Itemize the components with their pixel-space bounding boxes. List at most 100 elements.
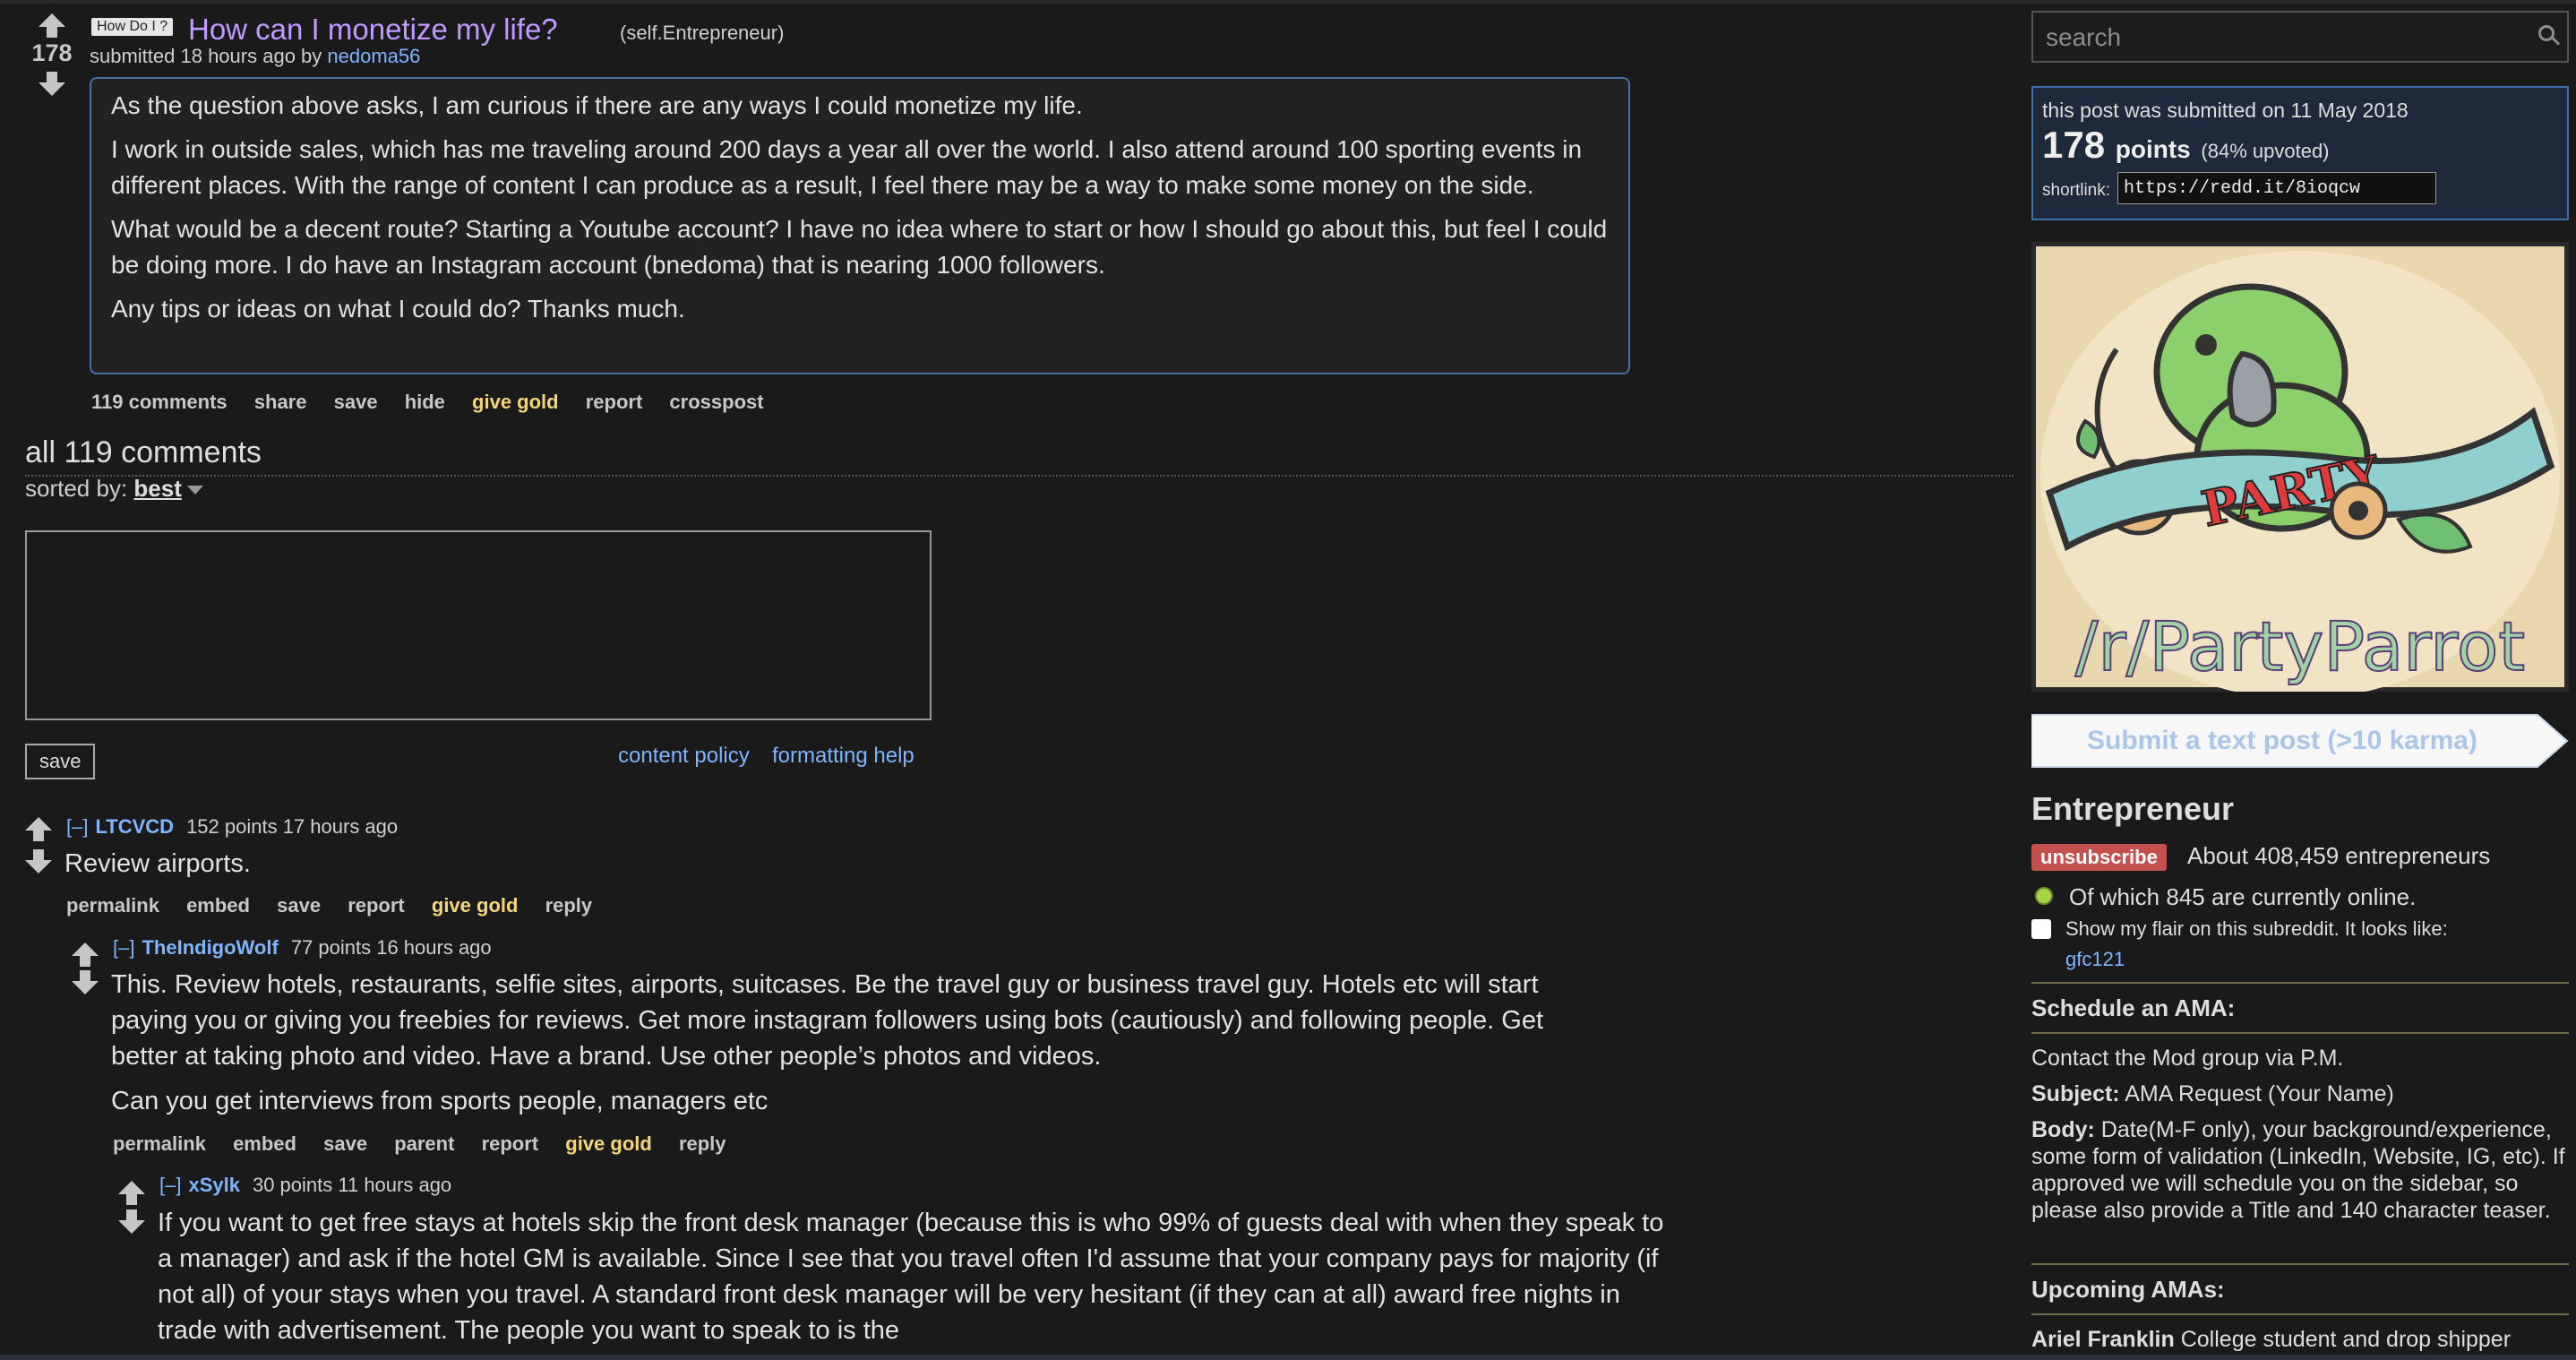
chevron-down-icon[interactable] bbox=[186, 486, 203, 495]
points-word: points bbox=[2115, 135, 2191, 163]
unsubscribe-button[interactable]: unsubscribe bbox=[2031, 844, 2167, 871]
permalink-button[interactable]: permalink bbox=[66, 894, 159, 917]
comment-meta: 77 points 16 hours ago bbox=[290, 936, 492, 959]
comment-upvote-icon[interactable] bbox=[25, 817, 52, 841]
comment-paragraph: Can you get interviews from sports peopl… bbox=[111, 1087, 769, 1115]
sort-label: sorted by: bbox=[25, 475, 128, 502]
post-tagline: submitted 18 hours ago by nedoma56 bbox=[90, 45, 420, 68]
sidebar-divider bbox=[2031, 982, 2569, 984]
comment-meta: 30 points 11 hours ago bbox=[252, 1174, 452, 1196]
upcoming-ama-item: Ariel Franklin College student and drop … bbox=[2031, 1326, 2569, 1353]
online-count: Of which 845 are currently online. bbox=[2069, 883, 2417, 910]
comment-meta: 152 points 17 hours ago bbox=[186, 815, 399, 838]
comment-downvote-icon[interactable] bbox=[72, 970, 99, 994]
reply-button[interactable]: reply bbox=[545, 894, 593, 917]
ama-subject-row: Subject: AMA Request (Your Name) bbox=[2031, 1080, 2569, 1107]
give-gold-comment-button[interactable]: give gold bbox=[432, 894, 519, 917]
selftext-paragraph: As the question above asks, I am curious… bbox=[111, 91, 1083, 119]
flair-preview[interactable]: gfc121 bbox=[2065, 948, 2125, 971]
downvote-arrow-icon[interactable] bbox=[39, 72, 65, 96]
points-number: 178 bbox=[2042, 124, 2106, 166]
give-gold-button[interactable]: give gold bbox=[472, 391, 559, 413]
collapse-toggle[interactable]: [–] bbox=[113, 936, 134, 959]
search-input[interactable] bbox=[2044, 20, 2513, 56]
collapse-toggle[interactable]: [–] bbox=[159, 1174, 181, 1196]
show-flair-checkbox[interactable] bbox=[2031, 919, 2051, 939]
save-comment-button[interactable]: save bbox=[277, 894, 321, 917]
comment-tagline: [–] LTCVCD 152 points 17 hours ago bbox=[66, 815, 398, 839]
upcoming-amas-heading: Upcoming AMAs: bbox=[2031, 1276, 2225, 1303]
bottom-border bbox=[0, 1355, 2576, 1360]
report-button[interactable]: report bbox=[586, 391, 643, 413]
sort-dropdown[interactable]: best bbox=[133, 475, 181, 502]
sidebar-divider bbox=[2031, 1313, 2569, 1315]
submit-text-post-button[interactable]: Submit a text post (>10 karma) bbox=[2031, 713, 2569, 769]
shortlink-label: shortlink: bbox=[2042, 181, 2111, 200]
search-icon[interactable] bbox=[2538, 25, 2555, 41]
give-gold-comment-button[interactable]: give gold bbox=[565, 1132, 652, 1155]
post-score: 178 bbox=[31, 39, 73, 66]
comment-author[interactable]: xSylk bbox=[188, 1174, 240, 1196]
show-flair-label: Show my flair on this subreddit. It look… bbox=[2065, 917, 2448, 940]
report-comment-button[interactable]: report bbox=[348, 894, 405, 917]
comment-tagline: [–] TheIndigoWolf 77 points 16 hours ago bbox=[113, 936, 492, 960]
post-selftext: As the question above asks, I am curious… bbox=[90, 77, 1630, 374]
ama-heading: Schedule an AMA: bbox=[2031, 994, 2236, 1021]
points-summary: 178 points (84% upvoted) bbox=[2042, 124, 2330, 167]
embed-button[interactable]: embed bbox=[186, 894, 250, 917]
ama-body-row: Body: Date(M-F only), your background/ex… bbox=[2031, 1116, 2569, 1224]
comment-paragraph: This. Review hotels, restaurants, selfie… bbox=[111, 970, 1544, 1071]
selftext-paragraph: What would be a decent route? Starting a… bbox=[111, 215, 1608, 279]
comment-paragraph: Review airports. bbox=[64, 849, 251, 878]
shortlink-field[interactable] bbox=[2117, 172, 2436, 204]
submitted-date: this post was submitted on 11 May 2018 bbox=[2042, 99, 2409, 122]
share-button[interactable]: share bbox=[254, 391, 307, 413]
save-comment-button[interactable]: save bbox=[323, 1132, 367, 1155]
body-label: Body: bbox=[2031, 1117, 2095, 1142]
permalink-button[interactable]: permalink bbox=[113, 1132, 206, 1155]
comment-body: This. Review hotels, restaurants, selfie… bbox=[111, 967, 1607, 1128]
comments-divider bbox=[25, 475, 2014, 477]
comment-body: Review airports. bbox=[64, 846, 1587, 891]
online-status-icon bbox=[2035, 887, 2053, 905]
subject-value: AMA Request (Your Name) bbox=[2125, 1081, 2394, 1106]
crosspost-button[interactable]: crosspost bbox=[669, 391, 763, 413]
comments-link[interactable]: 119 comments bbox=[91, 391, 228, 413]
comment-paragraph: If you want to get free stays at hotels … bbox=[158, 1209, 1664, 1345]
reply-button[interactable]: reply bbox=[679, 1132, 726, 1155]
sidebar-banner-image[interactable]: PARTY /r/PartyParrot bbox=[2031, 242, 2569, 692]
upcoming-ama-name[interactable]: Ariel Franklin bbox=[2031, 1327, 2175, 1352]
link-flair: How Do I ? bbox=[91, 18, 174, 36]
report-comment-button[interactable]: report bbox=[482, 1132, 539, 1155]
comment-author[interactable]: TheIndigoWolf bbox=[142, 936, 278, 959]
comment-save-button[interactable]: save bbox=[25, 744, 96, 779]
post-domain[interactable]: (self.Entrepreneur) bbox=[620, 22, 784, 45]
ama-contact-text: Contact the Mod group via P.M. bbox=[2031, 1046, 2344, 1071]
comment-buttons: permalink embed save report give gold re… bbox=[66, 894, 614, 917]
comment-buttons: permalink embed save parent report give … bbox=[113, 1132, 748, 1156]
comment-body: If you want to get free stays at hotels … bbox=[158, 1205, 1680, 1354]
comment-upvote-icon[interactable] bbox=[118, 1181, 145, 1205]
shortlink-row: shortlink: bbox=[2042, 172, 2436, 204]
formatting-help-link[interactable]: formatting help bbox=[772, 744, 914, 769]
sort-menu: sorted by: best bbox=[25, 475, 203, 503]
subscriber-count: About 408,459 entrepreneurs bbox=[2187, 842, 2491, 869]
post-info-box: this post was submitted on 11 May 2018 1… bbox=[2031, 86, 2569, 220]
comment-author[interactable]: LTCVCD bbox=[95, 815, 174, 838]
save-post-button[interactable]: save bbox=[334, 391, 378, 413]
comment-textarea[interactable] bbox=[25, 530, 932, 720]
collapse-toggle[interactable]: [–] bbox=[66, 815, 88, 838]
post-title[interactable]: How can I monetize my life? bbox=[188, 13, 558, 47]
comment-downvote-icon[interactable] bbox=[118, 1209, 145, 1234]
embed-button[interactable]: embed bbox=[233, 1132, 296, 1155]
hide-button[interactable]: hide bbox=[405, 391, 445, 413]
subreddit-title[interactable]: Entrepreneur bbox=[2031, 790, 2234, 828]
comment-tagline: [–] xSylk 30 points 11 hours ago bbox=[159, 1174, 451, 1197]
comment-downvote-icon[interactable] bbox=[25, 849, 52, 874]
content-policy-link[interactable]: content policy bbox=[618, 744, 750, 769]
parent-button[interactable]: parent bbox=[394, 1132, 454, 1155]
comment-upvote-icon[interactable] bbox=[72, 943, 99, 967]
upvote-arrow-icon[interactable] bbox=[39, 13, 65, 38]
post-author-link[interactable]: nedoma56 bbox=[327, 45, 420, 67]
comments-heading: all 119 comments bbox=[25, 435, 262, 469]
